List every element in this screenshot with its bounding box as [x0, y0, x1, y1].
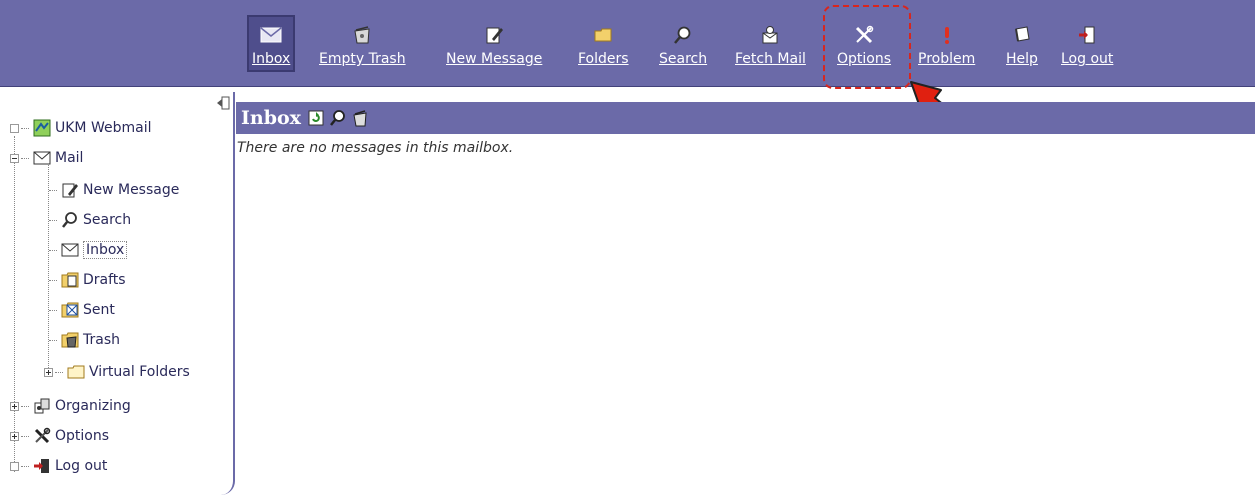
toolbar-help-button[interactable]: Help: [1006, 18, 1038, 70]
help-book-icon: [1011, 24, 1033, 46]
drafts-icon: [61, 271, 79, 289]
toolbar-logout-button[interactable]: Log out: [1061, 18, 1113, 70]
collapse-node-icon[interactable]: [10, 153, 19, 163]
options-highlight-box: [823, 5, 911, 89]
folder-icon: [67, 363, 85, 381]
tools-icon: [33, 427, 51, 445]
trash-icon: [351, 24, 373, 46]
search-icon: [672, 24, 694, 46]
folder-icon: [592, 24, 614, 46]
fetch-mail-icon: [759, 24, 781, 46]
envelope-icon: [33, 149, 51, 167]
tree-item-mail[interactable]: Mail: [10, 146, 83, 170]
logout-door-icon: [33, 457, 51, 475]
tree-item-options[interactable]: Options: [10, 424, 109, 448]
tree-item-logout[interactable]: Log out: [10, 454, 107, 478]
tree-item-organizing[interactable]: Organizing: [10, 394, 131, 418]
tree-item-new-message[interactable]: New Message: [49, 178, 179, 202]
trash-icon: [61, 331, 79, 349]
top-toolbar: Inbox Empty Trash New Message Folders Se…: [0, 0, 1255, 87]
tree-node-box: [10, 461, 19, 471]
tree-item-sent[interactable]: Sent: [49, 298, 115, 322]
logout-door-icon: [1076, 24, 1098, 46]
map-icon: [33, 119, 51, 137]
tree-node-box: [10, 123, 19, 133]
tree-item-inbox[interactable]: Inbox: [49, 238, 128, 262]
search-icon[interactable]: [329, 109, 347, 127]
collapse-sidebar-icon[interactable]: [216, 96, 230, 110]
compose-icon: [61, 181, 79, 199]
toolbar-fetch-mail-button[interactable]: Fetch Mail: [735, 18, 806, 70]
toolbar-problem-button[interactable]: Problem: [918, 18, 975, 70]
tree-item-search[interactable]: Search: [49, 208, 131, 232]
compose-icon: [483, 24, 505, 46]
refresh-icon[interactable]: [307, 109, 325, 127]
expand-node-icon[interactable]: [10, 431, 19, 441]
expand-node-icon[interactable]: [10, 401, 19, 411]
envelope-icon: [260, 24, 282, 46]
toolbar-new-message-button[interactable]: New Message: [446, 18, 542, 70]
sidebar-tree: UKM Webmail Mail New Message Search Inbo…: [0, 92, 235, 495]
tree-item-virtual-folders[interactable]: Virtual Folders: [44, 360, 190, 384]
page-title: Inbox: [241, 107, 301, 129]
search-icon: [61, 211, 79, 229]
trash-icon[interactable]: [351, 109, 369, 127]
organizing-icon: [33, 397, 51, 415]
tree-item-drafts[interactable]: Drafts: [49, 268, 126, 292]
tree-item-ukm-webmail[interactable]: UKM Webmail: [10, 116, 151, 140]
toolbar-search-button[interactable]: Search: [659, 18, 707, 70]
toolbar-folders-button[interactable]: Folders: [578, 18, 629, 70]
expand-node-icon[interactable]: [44, 367, 53, 377]
toolbar-empty-trash-button[interactable]: Empty Trash: [319, 18, 406, 70]
envelope-icon: [61, 241, 79, 259]
tree-item-trash[interactable]: Trash: [49, 328, 120, 352]
inbox-header-bar: Inbox: [236, 102, 1255, 134]
exclamation-icon: [936, 24, 958, 46]
empty-mailbox-message: There are no messages in this mailbox.: [237, 140, 514, 156]
sent-icon: [61, 301, 79, 319]
toolbar-inbox-button[interactable]: Inbox: [247, 15, 296, 72]
tree-guide-line: [14, 136, 15, 472]
